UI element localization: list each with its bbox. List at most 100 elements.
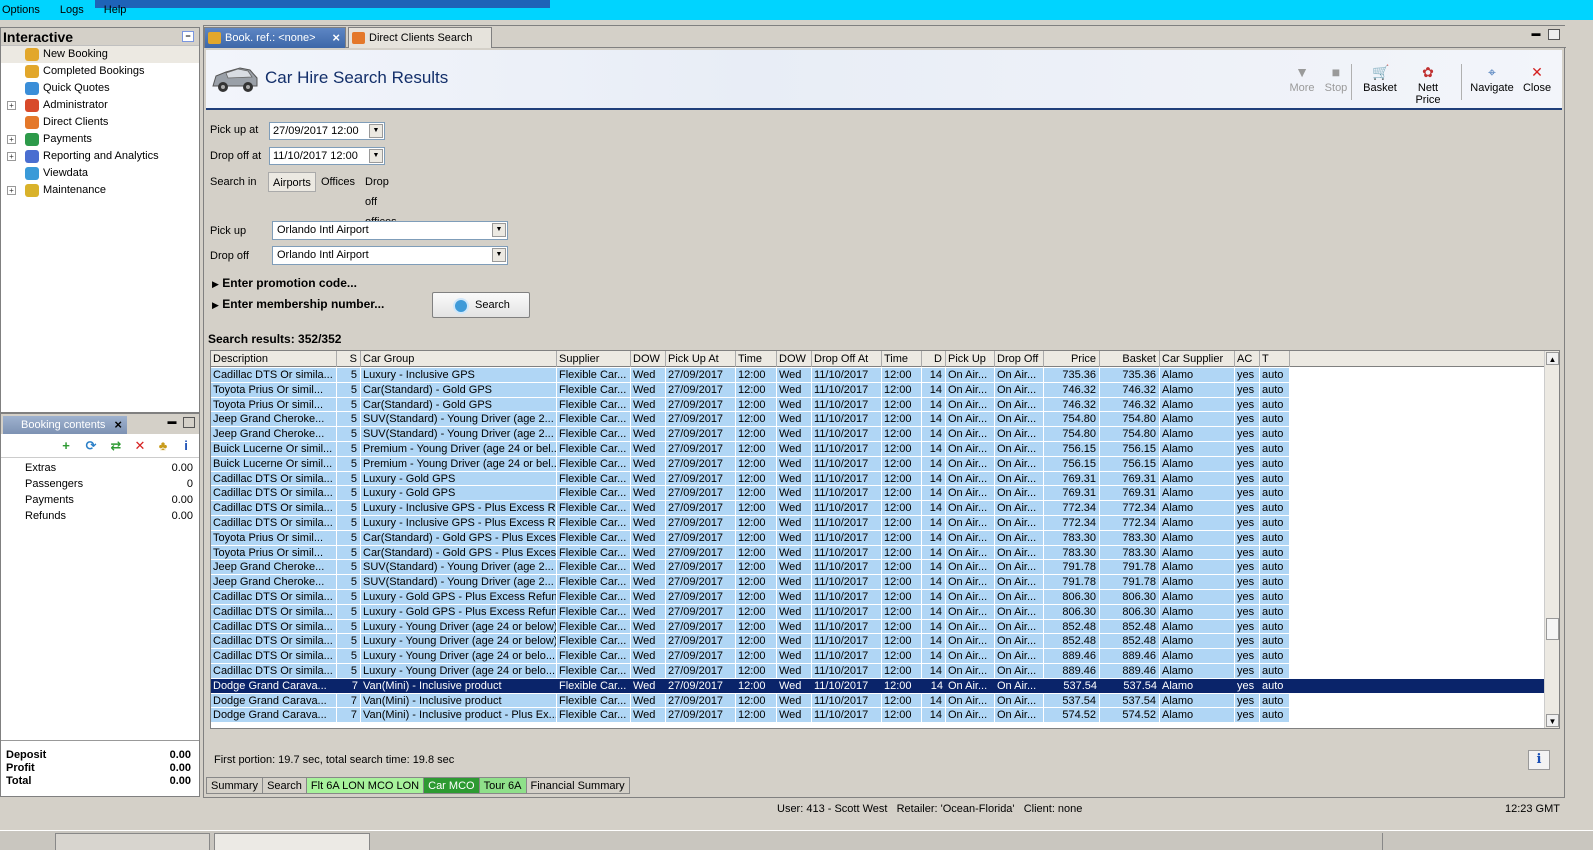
basket-button[interactable]: 🛒 Basket xyxy=(1356,64,1404,94)
menu-options[interactable]: Options xyxy=(0,4,42,20)
dropoff-datetime-field[interactable]: 11/10/2017 12:00 ▼ xyxy=(269,147,385,165)
minimize-icon[interactable]: ▬ xyxy=(1530,29,1542,40)
close-icon[interactable]: × xyxy=(332,28,340,48)
collapse-icon[interactable]: − xyxy=(182,31,194,42)
column-header[interactable]: T xyxy=(1260,351,1290,367)
table-row[interactable]: Cadillac DTS Or simila... 5 Luxury - Gold … xyxy=(211,589,1545,605)
navigate-button[interactable]: ⌖ Navigate xyxy=(1468,64,1516,94)
column-header[interactable]: Car Supplier xyxy=(1160,351,1235,367)
sidebar-item-administrator[interactable]: + Administrator xyxy=(1,97,199,114)
table-row[interactable]: Cadillac DTS Or simila... 5 Luxury - Young… xyxy=(211,649,1545,664)
column-header[interactable]: D xyxy=(922,351,946,367)
sidebar-item-completed-bookings[interactable]: Completed Bookings xyxy=(1,63,199,80)
scroll-thumb[interactable] xyxy=(1546,618,1559,640)
column-header[interactable]: Time xyxy=(736,351,777,367)
column-header[interactable]: DOW xyxy=(631,351,666,367)
sidebar-item-maintenance[interactable]: + Maintenance xyxy=(1,182,199,199)
segment-dropoff-offices[interactable]: Drop off offices xyxy=(361,172,401,228)
table-row[interactable]: Toyota Prius Or simil... 5 Car(Standard) -… xyxy=(211,382,1545,398)
expand-icon[interactable]: + xyxy=(7,135,16,144)
column-header[interactable]: Car Group xyxy=(361,351,557,367)
sidebar-item-direct-clients[interactable]: Direct Clients xyxy=(1,114,199,131)
bottom-tab-car-mco[interactable]: Car MCO xyxy=(423,777,479,794)
table-row[interactable]: Cadillac DTS Or simila... 5 Luxury - Inclu… xyxy=(211,501,1545,516)
column-header[interactable]: Description xyxy=(211,351,337,367)
refresh-icon[interactable]: ⟳ xyxy=(84,439,98,453)
table-row[interactable]: Buick Lucerne Or simil... 5 Premium - Youn… xyxy=(211,441,1545,457)
close-icon[interactable]: × xyxy=(114,416,122,434)
chevron-down-icon[interactable]: ▼ xyxy=(492,248,506,262)
nett-price-button[interactable]: ✿ Nett Price xyxy=(1404,64,1452,106)
chevron-down-icon[interactable]: ▼ xyxy=(369,149,383,163)
maximize-icon[interactable] xyxy=(1548,29,1560,40)
chevron-down-icon[interactable]: ▼ xyxy=(492,223,506,237)
column-header[interactable]: DOW xyxy=(777,351,812,367)
table-row[interactable]: Toyota Prius Or simil... 5 Car(Standard) -… xyxy=(211,530,1545,546)
column-header[interactable]: Drop Off xyxy=(995,351,1044,367)
pickup-datetime-field[interactable]: 27/09/2017 12:00 ▼ xyxy=(269,122,385,140)
sidebar-item-quick-quotes[interactable]: Quick Quotes xyxy=(1,80,199,97)
table-row[interactable]: Cadillac DTS Or simila... 5 Luxury - Inclu… xyxy=(211,368,1545,383)
table-row[interactable]: Cadillac DTS Or simila... 5 Luxury - Gold … xyxy=(211,486,1545,502)
sidebar-item-viewdata[interactable]: Viewdata xyxy=(1,165,199,182)
tab-direct-clients-search[interactable]: Direct Clients Search xyxy=(348,27,492,48)
taskbar-item[interactable] xyxy=(55,833,210,850)
table-row[interactable]: Toyota Prius Or simil... 5 Car(Standard) -… xyxy=(211,545,1545,561)
column-header[interactable]: S xyxy=(337,351,361,367)
table-row[interactable]: Buick Lucerne Or simil... 5 Premium - Youn… xyxy=(211,456,1545,472)
table-row[interactable]: Toyota Prius Or simil... 5 Car(Standard) -… xyxy=(211,397,1545,413)
segment-offices[interactable]: Offices xyxy=(317,172,359,192)
bottom-tab-search[interactable]: Search xyxy=(262,777,306,794)
column-header[interactable]: Time xyxy=(882,351,922,367)
info-icon[interactable]: i xyxy=(1528,750,1550,770)
column-header[interactable]: Supplier xyxy=(557,351,631,367)
bottom-tab-tour-6a[interactable]: Tour 6A xyxy=(478,777,526,794)
column-header[interactable]: Basket xyxy=(1100,351,1160,367)
scroll-up-icon[interactable]: ▲ xyxy=(1546,352,1559,365)
pickup-location-select[interactable]: Orlando Intl Airport ▼ xyxy=(272,221,508,240)
delete-icon[interactable]: ✕ xyxy=(133,439,147,453)
info-icon[interactable]: i xyxy=(179,439,193,453)
bottom-tab-financial-summary[interactable]: Financial Summary xyxy=(525,777,630,794)
column-header[interactable]: Drop Off At xyxy=(812,351,882,367)
maximize-icon[interactable] xyxy=(183,417,195,428)
table-row[interactable]: Jeep Grand Cheroke... 5 SUV(Standard) - Yo… xyxy=(211,427,1545,442)
basket-icon[interactable]: ⇄ xyxy=(109,439,123,453)
table-row[interactable]: Jeep Grand Cheroke... 5 SUV(Standard) - Yo… xyxy=(211,560,1545,576)
table-row[interactable]: Cadillac DTS Or simila... 5 Luxury - Young… xyxy=(211,619,1545,635)
expand-icon[interactable]: + xyxy=(7,186,16,195)
table-row[interactable]: Dodge Grand Carava... 7 Van(Mini) - Inclus… xyxy=(211,678,1545,694)
table-row[interactable]: Cadillac DTS Or simila... 5 Luxury - Gold … xyxy=(211,471,1545,487)
table-row[interactable]: Jeep Grand Cheroke... 5 SUV(Standard) - Yo… xyxy=(211,575,1545,590)
dropoff-location-select[interactable]: Orlando Intl Airport ▼ xyxy=(272,246,508,265)
menu-logs[interactable]: Logs xyxy=(58,4,86,20)
column-header[interactable]: Pick Up xyxy=(946,351,995,367)
bottom-tab-summary[interactable]: Summary xyxy=(206,777,263,794)
table-row[interactable]: Cadillac DTS Or simila... 5 Luxury - Young… xyxy=(211,663,1545,679)
expand-icon[interactable]: + xyxy=(7,152,16,161)
bottom-tab-flt-6a-lon-mco-lon[interactable]: Flt 6A LON MCO LON xyxy=(305,777,424,794)
table-row[interactable]: Dodge Grand Carava... 7 Van(Mini) - Inclus… xyxy=(211,693,1545,709)
table-row[interactable]: Jeep Grand Cheroke... 5 SUV(Standard) - Yo… xyxy=(211,412,1545,428)
taskbar-item[interactable] xyxy=(214,833,370,850)
minimize-icon[interactable]: ▬ xyxy=(166,417,178,428)
table-row[interactable]: Cadillac DTS Or simila... 5 Luxury - Young… xyxy=(211,634,1545,650)
sidebar-item-new-booking[interactable]: New Booking xyxy=(1,46,199,63)
chevron-down-icon[interactable]: ▼ xyxy=(369,124,383,138)
expand-icon[interactable]: + xyxy=(7,101,16,110)
segment-airports[interactable]: Airports xyxy=(268,172,316,192)
add-icon[interactable]: + xyxy=(59,439,73,453)
tab-booking-ref[interactable]: Book. ref.: <none> × xyxy=(204,27,346,48)
sidebar-item-reporting-and-analytics[interactable]: + Reporting and Analytics xyxy=(1,148,199,165)
palm-tree-icon[interactable]: ♣ xyxy=(156,439,170,453)
booking-contents-tab[interactable]: Booking contents × xyxy=(3,416,127,434)
scroll-down-icon[interactable]: ▼ xyxy=(1546,714,1559,727)
membership-number-expander[interactable]: ▶ Enter membership number... xyxy=(212,297,384,311)
table-row[interactable]: Cadillac DTS Or simila... 5 Luxury - Gold … xyxy=(211,604,1545,620)
column-header[interactable]: Price xyxy=(1044,351,1100,367)
column-header[interactable]: AC xyxy=(1235,351,1260,367)
vertical-scrollbar[interactable]: ▲ ▼ xyxy=(1544,351,1559,728)
column-header[interactable]: Pick Up At xyxy=(666,351,736,367)
sidebar-item-payments[interactable]: + Payments xyxy=(1,131,199,148)
table-row[interactable]: Cadillac DTS Or simila... 5 Luxury - Inclu… xyxy=(211,515,1545,531)
